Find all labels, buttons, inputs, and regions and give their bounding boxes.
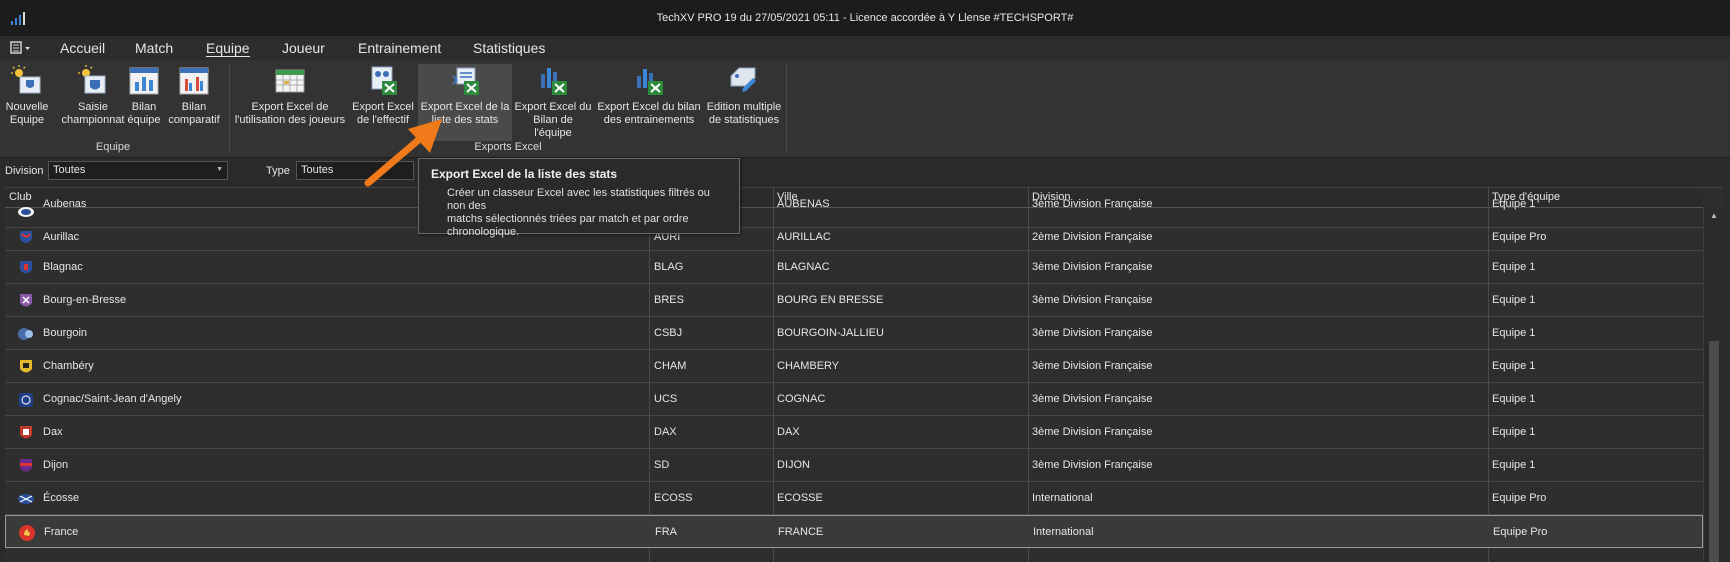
menu-match[interactable]: Match bbox=[135, 40, 173, 56]
spreadsheet-icon bbox=[275, 69, 305, 93]
bilan-comparatif-button[interactable]: Bilan comparatif bbox=[166, 64, 222, 127]
title-bar: TechXV PRO 19 du 27/05/2021 05:11 - Lice… bbox=[0, 0, 1730, 36]
menu-statistiques[interactable]: Statistiques bbox=[473, 40, 545, 56]
club-logo-chambery-icon bbox=[20, 360, 32, 373]
ribbon-separator bbox=[786, 64, 787, 152]
table-row[interactable]: Bourgoin CSBJ BOURGOIN-JALLIEU 3ème Divi… bbox=[5, 317, 1703, 350]
edit-tag-icon bbox=[730, 67, 756, 92]
championship-entry-icon bbox=[78, 65, 106, 94]
tooltip-description: Créer un classeur Excel avec les statist… bbox=[447, 187, 710, 238]
club-logo-bourg-en-bresse-icon bbox=[20, 294, 32, 307]
window-title: TechXV PRO 19 du 27/05/2021 05:11 - Lice… bbox=[656, 12, 1074, 24]
new-team-icon bbox=[11, 65, 41, 94]
filter-bar: Division Toutes ▼ Type Toutes bbox=[0, 158, 1730, 186]
team-report-icon bbox=[129, 67, 159, 95]
nouvelle-equipe-button[interactable]: Nouvelle Equipe bbox=[2, 64, 52, 127]
chevron-down-icon: ▼ bbox=[216, 166, 223, 173]
menu-joueur[interactable]: Joueur bbox=[282, 40, 325, 56]
menu-bar: Accueil Match Equipe Joueur Entrainement… bbox=[0, 36, 1730, 60]
club-logo-ecosse-icon bbox=[18, 494, 34, 504]
club-logo-aurillac-icon bbox=[20, 231, 32, 243]
menu-equipe[interactable]: Equipe bbox=[206, 40, 250, 57]
table-row[interactable]: Chambéry CHAM CHAMBERY 3ème Division Fra… bbox=[5, 350, 1703, 383]
table-row[interactable]: Dijon SD DIJON 3ème Division Française E… bbox=[5, 449, 1703, 482]
table-row[interactable]: Dax DAX DAX 3ème Division Française Equi… bbox=[5, 416, 1703, 449]
excel-training-report-icon bbox=[637, 69, 663, 95]
table-row[interactable]: Cognac/Saint-Jean d'Angely UCS COGNAC 3è… bbox=[5, 383, 1703, 416]
vertical-scrollbar[interactable]: ▲ bbox=[1703, 208, 1723, 562]
clubs-table: Club Ville Division Type d'équipe Aubena… bbox=[5, 187, 1723, 562]
club-logo-aubenas-icon bbox=[18, 207, 34, 217]
export-bilan-entrainements-button[interactable]: Export Excel du bilan des entrainements bbox=[596, 64, 702, 127]
group-label-exports: Exports Excel bbox=[474, 141, 542, 153]
club-logo-bourgoin-icon bbox=[18, 328, 33, 340]
table-row[interactable]: Aurillac AURI AURILLAC 2ème Division Fra… bbox=[5, 221, 1703, 251]
type-filter-label: Type bbox=[266, 165, 290, 177]
export-stats-tooltip: Export Excel de la liste des stats Créer… bbox=[418, 158, 740, 238]
excel-roster-icon bbox=[371, 66, 397, 95]
table-row[interactable]: Bourg-en-Bresse BRES BOURG EN BRESSE 3èm… bbox=[5, 284, 1703, 317]
table-row-selected[interactable]: France FRA FRANCE International Equipe P… bbox=[5, 515, 1703, 548]
export-utilisation-joueurs-button[interactable]: Export Excel de l'utilisation des joueur… bbox=[234, 64, 346, 127]
ribbon-separator bbox=[229, 64, 230, 152]
club-logo-blagnac-icon bbox=[20, 261, 32, 274]
app-menu-icon[interactable] bbox=[10, 41, 32, 55]
table-row[interactable]: Écosse ECOSS ECOSSE International Equipe… bbox=[5, 482, 1703, 515]
table-row[interactable]: Blagnac BLAG BLAGNAC 3ème Division Franç… bbox=[5, 251, 1703, 284]
club-logo-france-icon bbox=[19, 525, 35, 541]
scroll-up-arrow-icon[interactable]: ▲ bbox=[1710, 211, 1718, 220]
export-bilan-equipe-button[interactable]: Export Excel du Bilan de l'équipe bbox=[514, 64, 592, 140]
club-logo-dax-icon bbox=[20, 426, 32, 439]
bilan-equipe-button[interactable]: Bilan équipe bbox=[124, 64, 164, 127]
club-logo-dijon-icon bbox=[20, 459, 32, 472]
club-logo-cognac-icon bbox=[19, 393, 33, 407]
excel-team-report-icon bbox=[541, 68, 567, 95]
saisie-championnat-button[interactable]: Saisie championnat bbox=[60, 64, 126, 127]
division-filter-label: Division bbox=[5, 165, 44, 177]
menu-entrainement[interactable]: Entrainement bbox=[358, 40, 441, 56]
excel-stats-list-icon bbox=[452, 67, 479, 95]
comparative-report-icon bbox=[179, 67, 209, 95]
orange-arrow-annotation-icon bbox=[364, 119, 442, 187]
scrollbar-thumb[interactable] bbox=[1709, 341, 1719, 562]
tooltip-title: Export Excel de la liste des stats bbox=[431, 167, 618, 181]
menu-accueil[interactable]: Accueil bbox=[60, 40, 105, 56]
edition-multiple-stats-button[interactable]: Edition multiple de statistiques bbox=[704, 64, 784, 127]
division-filter-select[interactable]: Toutes ▼ bbox=[48, 161, 228, 180]
ribbon: Nouvelle Equipe Saisie championnat Bilan… bbox=[0, 60, 1730, 158]
group-label-equipe: Equipe bbox=[95, 141, 131, 153]
